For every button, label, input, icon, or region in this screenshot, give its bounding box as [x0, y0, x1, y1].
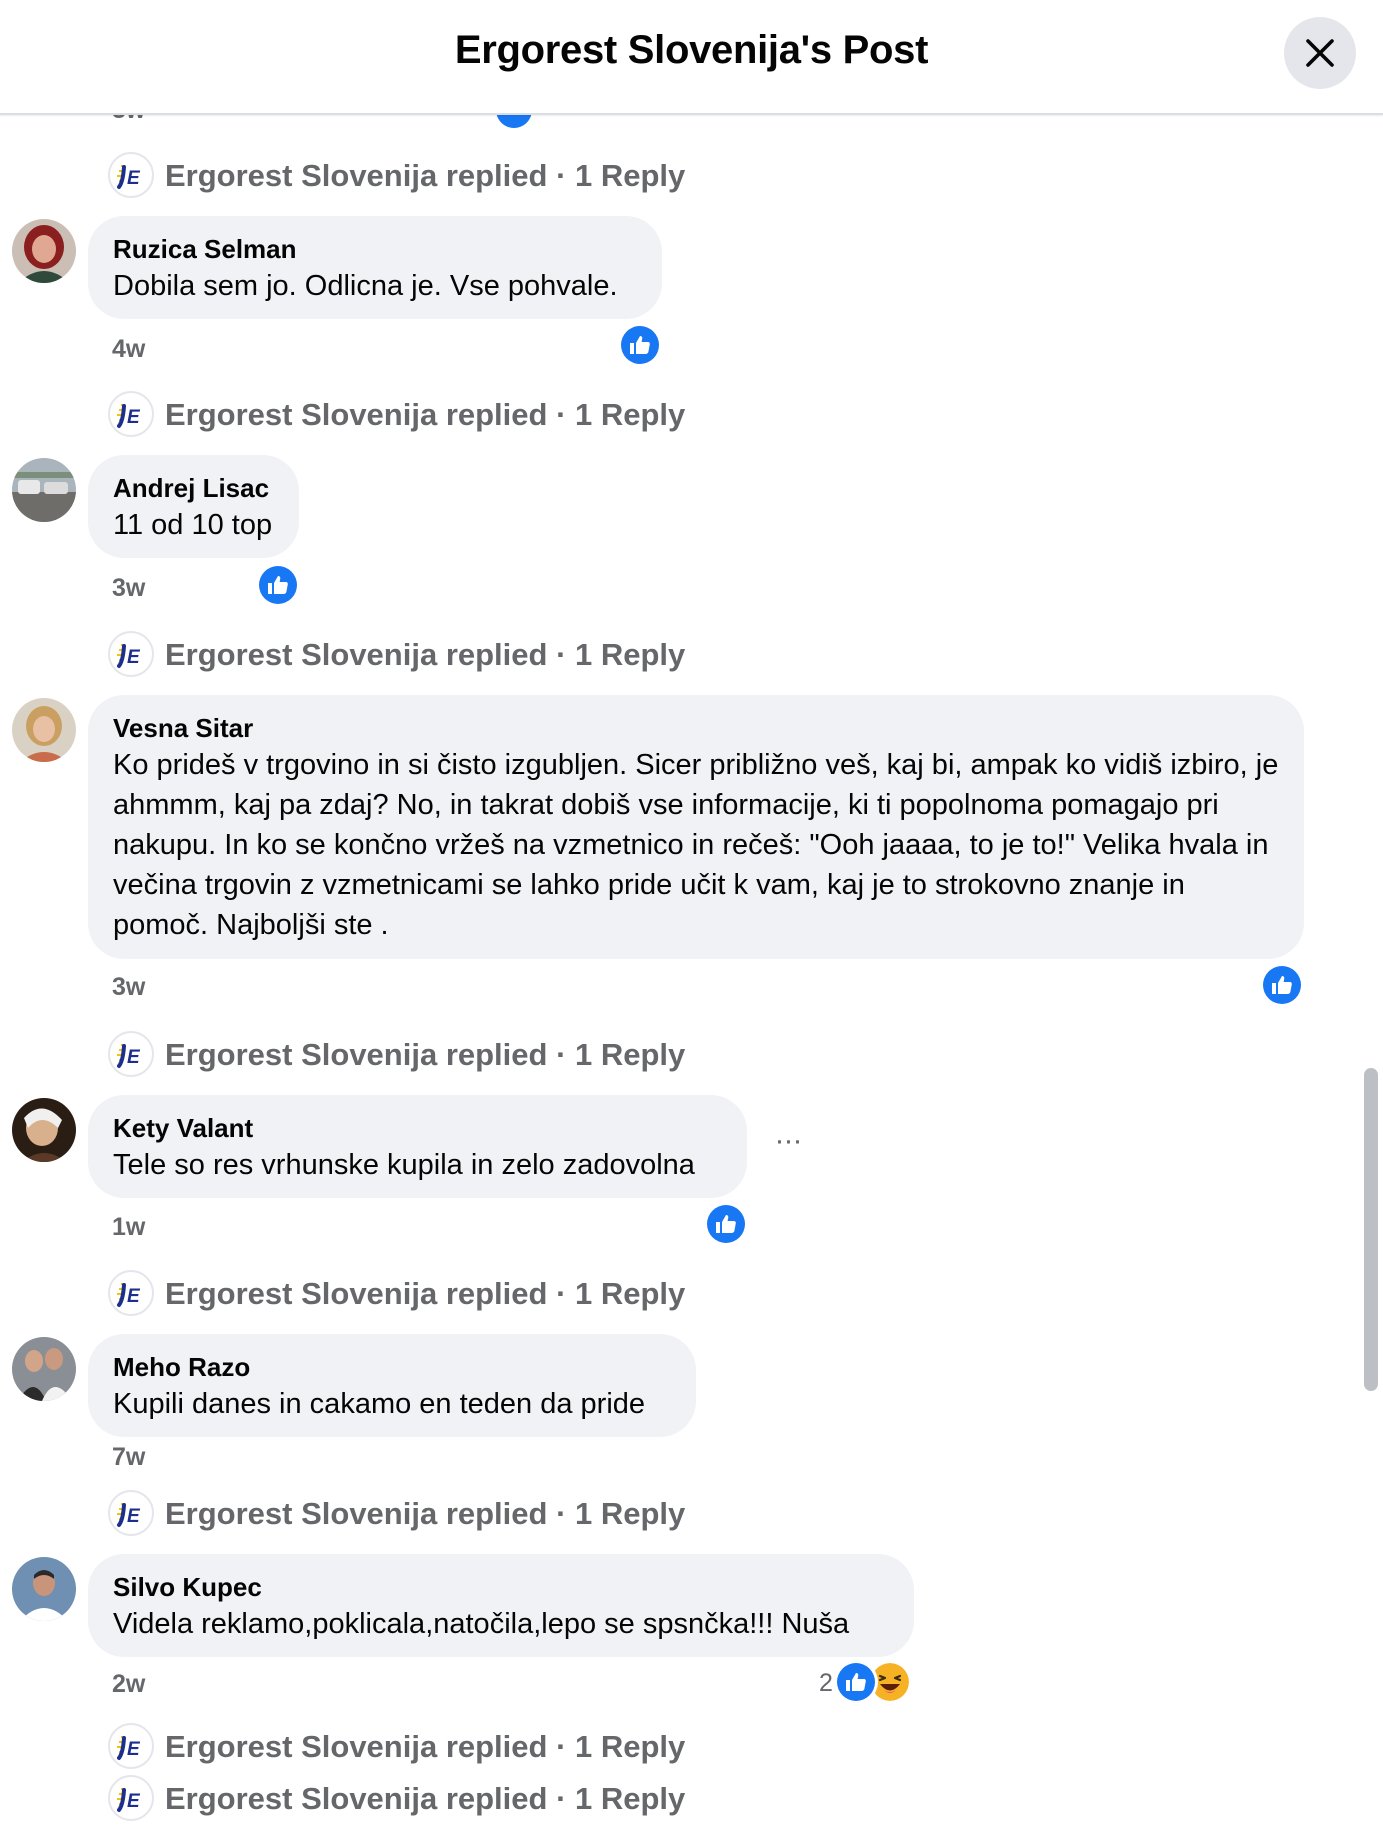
svg-text:E: E	[127, 647, 141, 668]
comment-text: 11 od 10 top	[113, 509, 273, 541]
svg-text:E: E	[127, 168, 141, 189]
comment-time[interactable]: 3w	[112, 973, 145, 1002]
comment-text: Dobila sem jo. Odlicna je. Vse pohvale.	[113, 270, 618, 302]
svg-text:E: E	[127, 1739, 141, 1760]
comment-bubble: Andrej Lisac 11 od 10 top	[88, 455, 299, 558]
comment-author[interactable]: Vesna Sitar	[113, 711, 1280, 745]
avatar[interactable]	[12, 1098, 76, 1162]
avatar[interactable]	[12, 1337, 76, 1401]
close-button[interactable]	[1284, 17, 1356, 89]
like-icon[interactable]	[837, 1663, 875, 1701]
more-icon[interactable]: ···	[770, 1126, 806, 1160]
reply-summary-text[interactable]: Ergorest Slovenija replied · 1 Reply	[165, 1276, 685, 1312]
comment-author[interactable]: Silvo Kupec	[113, 1570, 890, 1604]
page-logo-icon: E	[108, 1775, 154, 1821]
reply-summary-text[interactable]: Ergorest Slovenija replied · 1 Reply	[165, 397, 685, 433]
close-icon	[1306, 39, 1334, 67]
haha-icon[interactable]	[871, 1663, 909, 1701]
comment-author[interactable]: Kety Valant	[113, 1111, 723, 1145]
like-icon[interactable]	[707, 1205, 745, 1243]
like-icon[interactable]	[259, 566, 297, 604]
avatar[interactable]	[12, 458, 76, 522]
comment-author[interactable]: Ruzica Selman	[113, 232, 638, 266]
comment-author[interactable]: Meho Razo	[113, 1350, 672, 1384]
svg-text:E: E	[127, 1286, 141, 1307]
comment-bubble: Meho Razo Kupili danes in cakamo en tede…	[88, 1334, 696, 1437]
reaction-count[interactable]: 2	[819, 1669, 833, 1698]
svg-text:E: E	[127, 1791, 141, 1812]
page-logo-icon: E	[108, 1031, 154, 1077]
page-logo-icon: E	[108, 1723, 154, 1769]
comment-text: Tele so res vrhunske kupila in zelo zado…	[113, 1149, 695, 1181]
avatar[interactable]	[12, 219, 76, 283]
comments-feed: 3w E Ergorest Slovenija replied · 1 Repl…	[0, 0, 1383, 1831]
reply-summary-text[interactable]: Ergorest Slovenija replied · 1 Reply	[165, 1037, 685, 1073]
comment-bubble: Kety Valant Tele so res vrhunske kupila …	[88, 1095, 747, 1198]
page-logo-icon: E	[108, 1490, 154, 1536]
comment-time[interactable]: 4w	[112, 335, 145, 364]
svg-text:E: E	[127, 407, 141, 428]
page-logo-icon: E	[108, 391, 154, 437]
avatar[interactable]	[12, 698, 76, 762]
comment-bubble: Vesna Sitar Ko prideš v trgovino in si č…	[88, 695, 1304, 959]
comment-author[interactable]: Andrej Lisac	[113, 471, 275, 505]
post-header: Ergorest Slovenija's Post	[0, 0, 1383, 115]
comment-time[interactable]: 7w	[112, 1443, 145, 1472]
reply-summary-text[interactable]: Ergorest Slovenija replied · 1 Reply	[165, 158, 685, 194]
scrollbar[interactable]	[1364, 1068, 1378, 1391]
page-logo-icon: E	[108, 1270, 154, 1316]
avatar[interactable]	[12, 1557, 76, 1621]
comment-bubble: Ruzica Selman Dobila sem jo. Odlicna je.…	[88, 216, 662, 319]
like-icon[interactable]	[621, 326, 659, 364]
comment-time[interactable]: 1w	[112, 1213, 145, 1242]
comment-time[interactable]: 2w	[112, 1670, 145, 1699]
page-title: Ergorest Slovenija's Post	[454, 28, 929, 72]
comment-time[interactable]: 3w	[112, 574, 145, 603]
comment-text: Videla reklamo,poklicala,natočila,lepo s…	[113, 1608, 850, 1640]
like-icon[interactable]	[1263, 966, 1301, 1004]
comment-bubble: Silvo Kupec Videla reklamo,poklicala,nat…	[88, 1554, 914, 1657]
svg-text:E: E	[127, 1506, 141, 1527]
page-logo-icon: E	[108, 631, 154, 677]
reply-summary-text[interactable]: Ergorest Slovenija replied · 1 Reply	[165, 1781, 685, 1817]
page-logo-icon: E	[108, 152, 154, 198]
reply-summary-text[interactable]: Ergorest Slovenija replied · 1 Reply	[165, 1496, 685, 1532]
reply-summary-text[interactable]: Ergorest Slovenija replied · 1 Reply	[165, 1729, 685, 1765]
reply-summary-text[interactable]: Ergorest Slovenija replied · 1 Reply	[165, 637, 685, 673]
comment-text: Ko prideš v trgovino in si čisto izgublj…	[113, 749, 1279, 941]
svg-text:E: E	[127, 1047, 141, 1068]
comment-text: Kupili danes in cakamo en teden da pride	[113, 1388, 646, 1420]
